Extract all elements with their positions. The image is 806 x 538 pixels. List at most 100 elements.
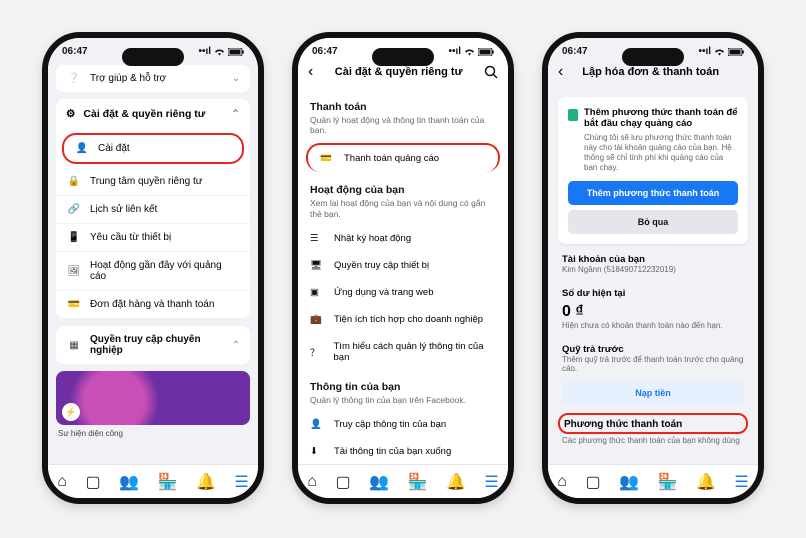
signal-icon: ••ıl — [198, 46, 211, 57]
settings-privacy-accordion[interactable]: ⚙ Cài đặt & quyền riêng tư ⌃ — [56, 99, 250, 129]
nav-market-icon[interactable]: 🏪 — [158, 472, 178, 492]
bottom-nav: ⌂ ▢ 👥 🏪 🔔 ☰ — [48, 464, 258, 498]
nav-video-icon[interactable]: ▢ — [85, 472, 100, 492]
device-access-row[interactable]: 🖥 Quyền truy cập thiết bị — [298, 252, 508, 279]
payment-methods-label: Phương thức thanh toán — [564, 419, 742, 430]
download-icon: ⬇ — [310, 446, 324, 457]
nav-video-icon[interactable]: ▢ — [585, 472, 600, 492]
thunder-icon: ⚡ — [62, 403, 80, 421]
dynamic-island — [372, 48, 434, 66]
card-caption: Sư hiện diện công — [48, 425, 258, 442]
page-title: Lập hóa đơn & thanh toán — [571, 66, 730, 78]
row-label: Lịch sử liên kết — [90, 204, 240, 215]
wifi-icon — [464, 48, 475, 56]
chevron-up-icon: ⌃ — [232, 340, 240, 351]
biz-integrations-row[interactable]: 💼Tiện ích tích hợp cho doanh nghiệp — [298, 306, 508, 333]
shield-icon: 🔒 — [66, 176, 82, 187]
help-icon: ❔ — [66, 73, 82, 84]
dynamic-island — [122, 48, 184, 66]
account-label: Tài khoản của bạn — [548, 254, 758, 265]
skip-button[interactable]: Bỏ qua — [568, 210, 738, 234]
signal-icon: ••ıl — [698, 46, 711, 57]
nav-bell-icon[interactable]: 🔔 — [196, 472, 216, 492]
nav-home-icon[interactable]: ⌂ — [57, 473, 67, 491]
search-icon[interactable] — [484, 65, 498, 79]
card-title: Thêm phương thức thanh toán để bắt đầu c… — [584, 107, 738, 129]
nav-friends-icon[interactable]: 👥 — [369, 472, 389, 492]
status-time: 06:47 — [312, 46, 338, 57]
payment-methods-sub: Các phương thức thanh toán của bạn không… — [548, 436, 758, 445]
row-label: Truy cập thông tin của bạn — [334, 419, 446, 430]
gear-icon: ⚙ — [66, 108, 75, 120]
status-indicators: ••ıl — [198, 46, 244, 57]
devices-icon: 🖥 — [310, 260, 324, 271]
purple-card[interactable]: ⚡ — [56, 371, 250, 425]
phone-1: 06:47 ••ıl ❔ Trợ giúp & hỗ trợ ⌄ ⚙ C — [42, 32, 264, 504]
privacy-center-row[interactable]: 🔒 Trung tâm quyền riêng tư — [56, 168, 250, 196]
nav-menu-icon[interactable]: ☰ — [734, 472, 748, 492]
nav-home-icon[interactable]: ⌂ — [307, 473, 317, 491]
download-info-row[interactable]: ⬇Tải thông tin của bạn xuống — [298, 438, 508, 464]
link-icon: 🔗 — [66, 204, 82, 215]
row-label: Đơn đặt hàng và thanh toán — [90, 299, 240, 310]
nav-menu-icon[interactable]: ☰ — [234, 472, 248, 492]
topup-button[interactable]: Nạp tiền — [562, 381, 744, 405]
add-payment-button[interactable]: Thêm phương thức thanh toán — [568, 181, 738, 205]
device-requests-row[interactable]: 📱 Yêu cầu từ thiết bị — [56, 224, 250, 252]
phone-3: 06:47 ••ıl ‹ Lập hóa đơn & thanh toán Th… — [542, 32, 764, 504]
nav-friends-icon[interactable]: 👥 — [619, 472, 639, 492]
prepaid-sub: Thêm quỹ trả trước để thanh toán trước c… — [548, 355, 758, 373]
battery-icon — [728, 48, 744, 56]
user-gear-icon: 👤 — [74, 143, 90, 154]
nav-market-icon[interactable]: 🏪 — [658, 472, 678, 492]
group-activity-header: Hoạt động của bạn — [298, 174, 508, 198]
back-icon[interactable]: ‹ — [558, 63, 563, 81]
row-label: Nhật ký hoạt động — [334, 233, 411, 244]
nav-menu-icon[interactable]: ☰ — [484, 472, 498, 492]
balance-value: 0 ₫ — [548, 299, 758, 321]
nav-friends-icon[interactable]: 👥 — [119, 472, 139, 492]
user-icon: 👤 — [310, 419, 324, 430]
page-title: Cài đặt & quyền riêng tư — [321, 66, 476, 78]
dynamic-island — [622, 48, 684, 66]
nav-bell-icon[interactable]: 🔔 — [696, 472, 716, 492]
group-info-header: Thông tin của bạn — [298, 371, 508, 395]
wifi-icon — [214, 48, 225, 56]
row-label: Thanh toán quảng cáo — [344, 153, 439, 164]
briefcase-icon: 💼 — [310, 314, 324, 325]
signal-icon: ••ıl — [448, 46, 461, 57]
orders-payments-row[interactable]: 💳 Đơn đặt hàng và thanh toán — [56, 291, 250, 318]
row-label: Quyền truy cập thiết bị — [334, 260, 429, 271]
help-support-accordion[interactable]: ❔ Trợ giúp & hỗ trợ ⌄ — [56, 65, 250, 93]
nav-home-icon[interactable]: ⌂ — [557, 473, 567, 491]
learn-manage-row[interactable]: ？ Tìm hiểu cách quản lý thông tin của bạn — [298, 333, 508, 371]
row-label: Trung tâm quyền riêng tư — [90, 176, 240, 187]
image-icon: 🖼 — [66, 266, 82, 277]
shield-check-icon — [568, 109, 578, 121]
group-payment-header: Thanh toán — [298, 91, 508, 115]
recent-ad-activity-row[interactable]: 🖼 Hoạt động gần đây với quảng cáo — [56, 252, 250, 291]
apps-web-row[interactable]: ▣Ứng dụng và trang web — [298, 279, 508, 306]
row-label: Tìm hiểu cách quản lý thông tin của bạn — [334, 341, 497, 363]
back-icon[interactable]: ‹ — [308, 63, 313, 81]
settings-row[interactable]: 👤 Cài đặt — [62, 133, 244, 164]
activity-log-row[interactable]: ☰ Nhật ký hoạt động — [298, 225, 508, 252]
question-icon: ？ — [310, 345, 324, 359]
battery-icon — [228, 48, 244, 56]
nav-bell-icon[interactable]: 🔔 — [446, 472, 466, 492]
card-icon: 💳 — [320, 153, 334, 164]
nav-market-icon[interactable]: 🏪 — [408, 472, 428, 492]
row-label: Yêu cầu từ thiết bị — [90, 232, 240, 243]
access-info-row[interactable]: 👤 Truy cập thông tin của bạn — [298, 411, 508, 438]
card-subtitle: Chúng tôi sẽ lưu phương thức thanh toán … — [584, 133, 738, 173]
pro-access-label: Quyền truy cập chuyên nghiệp — [90, 334, 224, 356]
link-history-row[interactable]: 🔗 Lịch sử liên kết — [56, 196, 250, 224]
bottom-nav: ⌂ ▢ 👥 🏪 🔔 ☰ — [298, 464, 508, 498]
battery-icon — [478, 48, 494, 56]
nav-video-icon[interactable]: ▢ — [335, 472, 350, 492]
payment-methods-section: Phương thức thanh toán — [558, 413, 748, 434]
list-icon: ☰ — [310, 233, 324, 244]
pro-access-accordion[interactable]: ▦ Quyền truy cập chuyên nghiệp ⌃ — [56, 326, 250, 365]
ad-payments-row[interactable]: 💳 Thanh toán quảng cáo — [306, 143, 500, 172]
status-indicators: ••ıl — [698, 46, 744, 57]
